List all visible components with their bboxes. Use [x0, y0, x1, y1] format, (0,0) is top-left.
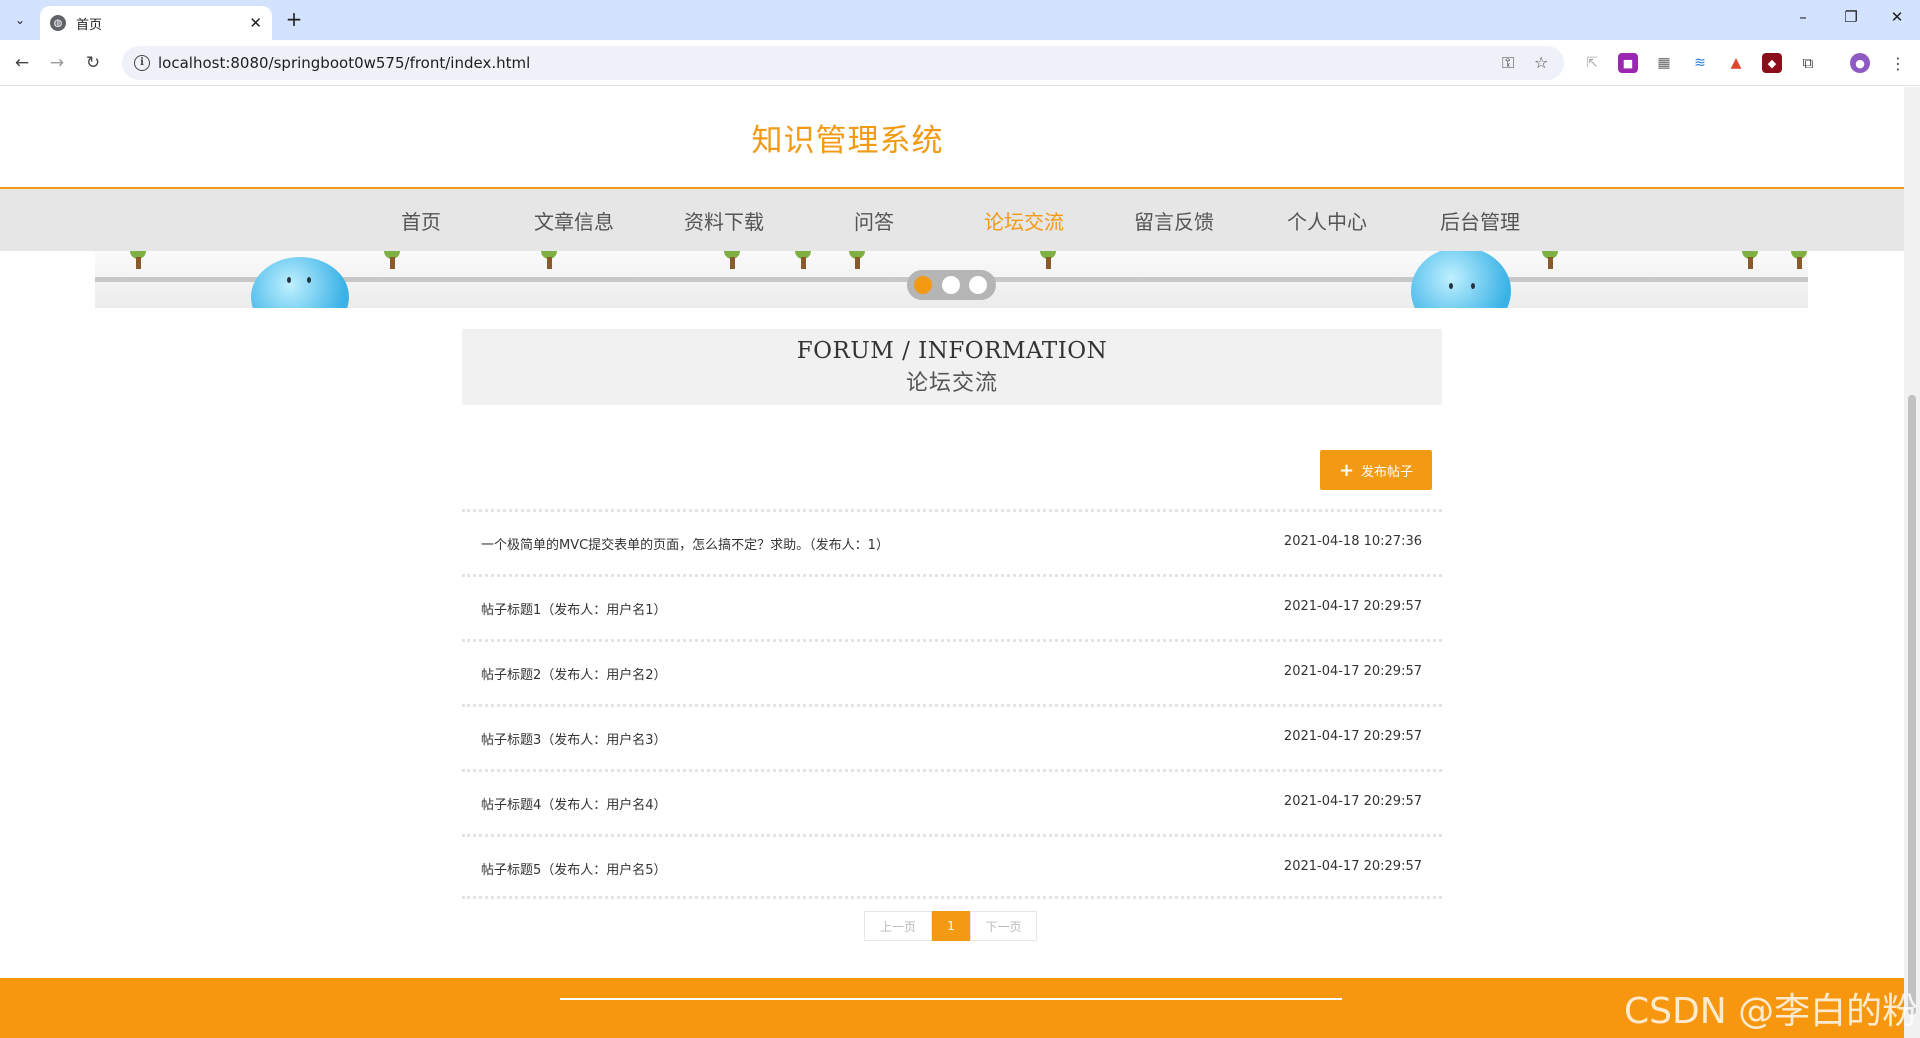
site-info-icon[interactable]: i: [134, 55, 150, 71]
tree-icon: [724, 251, 740, 269]
nav-item-downloads[interactable]: 资料下载: [684, 206, 764, 235]
forum-post-row[interactable]: 帖子标题4（发布人：用户名4） 2021-04-17 20:29:57: [462, 769, 1442, 834]
globe-icon: ◍: [50, 15, 66, 31]
carousel-dot-1[interactable]: [914, 276, 932, 294]
extension-shield-icon[interactable]: ◆: [1762, 53, 1782, 73]
tree-icon: [384, 251, 400, 269]
cartoon-blob-right: [1411, 251, 1511, 308]
extension-red-icon[interactable]: ▲: [1726, 53, 1746, 73]
post-title[interactable]: 帖子标题2（发布人：用户名2）: [481, 664, 667, 683]
carousel-indicators: [907, 270, 996, 300]
password-key-icon[interactable]: ⚿: [1502, 53, 1514, 73]
post-time: 2021-04-17 20:29:57: [1283, 794, 1422, 809]
section-title-en: FORUM / INFORMATION: [796, 338, 1108, 364]
carousel-banner[interactable]: [95, 251, 1808, 308]
publish-post-label: 发布帖子: [1361, 464, 1414, 480]
forum-post-row[interactable]: 一个极简单的MVC提交表单的页面，怎么搞不定？求助。（发布人：1） 2021-0…: [462, 509, 1442, 574]
new-tab-icon[interactable]: +: [282, 8, 306, 32]
bookmark-star-icon[interactable]: ☆: [1534, 53, 1548, 72]
cartoon-blob-left: [251, 257, 349, 308]
tab-title: 首页: [76, 17, 103, 33]
close-tab-icon[interactable]: ✕: [249, 14, 262, 32]
post-time: 2021-04-17 20:29:57: [1283, 664, 1422, 679]
post-title[interactable]: 帖子标题4（发布人：用户名4）: [481, 794, 667, 813]
carousel-dot-3[interactable]: [969, 276, 987, 294]
extension-purple-icon[interactable]: ■: [1618, 53, 1638, 73]
extension-gamepad-icon[interactable]: ▦: [1654, 53, 1674, 73]
nav-item-feedback[interactable]: 留言反馈: [1134, 206, 1214, 235]
scrollbar-thumb[interactable]: [1908, 395, 1916, 1015]
tab-search-icon[interactable]: ⌄: [8, 8, 32, 32]
tree-icon: [795, 251, 811, 269]
browser-tab-bar: ⌄ ◍ 首页 ✕ + – ❐ ✕: [0, 0, 1920, 40]
tree-icon: [541, 251, 557, 269]
site-title: 知识管理系统: [751, 123, 944, 159]
publish-post-button[interactable]: + 发布帖子: [1320, 450, 1432, 490]
extensions-puzzle-icon[interactable]: ⧉: [1798, 53, 1818, 73]
tree-icon: [1040, 251, 1056, 269]
nav-item-profile[interactable]: 个人中心: [1287, 206, 1367, 235]
prev-page-button[interactable]: 上一页: [864, 911, 932, 941]
restore-icon[interactable]: ❐: [1836, 8, 1866, 26]
minimize-icon[interactable]: –: [1788, 8, 1818, 26]
post-time: 2021-04-17 20:29:57: [1283, 859, 1422, 874]
back-icon[interactable]: ←: [11, 52, 33, 74]
forum-post-row[interactable]: 帖子标题3（发布人：用户名3） 2021-04-17 20:29:57: [462, 704, 1442, 769]
forum-post-row[interactable]: 帖子标题5（发布人：用户名5） 2021-04-17 20:29:57: [462, 834, 1442, 899]
browser-tab[interactable]: ◍ 首页 ✕: [40, 6, 272, 40]
plus-icon: +: [1338, 459, 1355, 481]
window-close-icon[interactable]: ✕: [1882, 8, 1912, 26]
main-nav: 首页 文章信息 资料下载 问答 论坛交流 留言反馈 个人中心 后台管理: [0, 187, 1904, 251]
profile-avatar[interactable]: ●: [1850, 53, 1870, 73]
page-scrollbar[interactable]: [1904, 87, 1920, 1038]
browser-menu-icon[interactable]: ⋮: [1888, 53, 1908, 73]
page-viewport: 知识管理系统 首页 文章信息 资料下载 问答 论坛交流 留言反馈 个人中心 后台…: [0, 87, 1904, 1038]
reload-icon[interactable]: ↻: [82, 52, 104, 74]
extension-layers-icon[interactable]: ≋: [1690, 53, 1710, 73]
current-page-button[interactable]: 1: [932, 911, 970, 941]
post-time: 2021-04-17 20:29:57: [1283, 729, 1422, 744]
forward-icon[interactable]: →: [46, 52, 68, 74]
next-page-button[interactable]: 下一页: [970, 911, 1037, 941]
nav-item-admin[interactable]: 后台管理: [1440, 206, 1520, 235]
csdn-watermark: CSDN @李白的粉: [1624, 991, 1919, 1032]
tree-icon: [1791, 251, 1807, 269]
nav-item-qa[interactable]: 问答: [854, 206, 894, 235]
site-footer: [0, 978, 1904, 1038]
tree-icon: [849, 251, 865, 269]
nav-item-articles[interactable]: 文章信息: [534, 206, 614, 235]
section-header: FORUM / INFORMATION 论坛交流: [462, 329, 1442, 405]
post-time: 2021-04-18 10:27:36: [1283, 534, 1422, 549]
post-title[interactable]: 帖子标题3（发布人：用户名3）: [481, 729, 667, 748]
post-title[interactable]: 帖子标题5（发布人：用户名5）: [481, 859, 667, 878]
address-bar[interactable]: i localhost:8080/springboot0w575/front/i…: [122, 46, 1564, 80]
pagination: 上一页 1 下一页: [864, 911, 1037, 941]
tree-icon: [1542, 251, 1558, 269]
carousel-dot-2[interactable]: [942, 276, 960, 294]
tree-icon: [1742, 251, 1758, 269]
post-title[interactable]: 一个极简单的MVC提交表单的页面，怎么搞不定？求助。（发布人：1）: [481, 534, 889, 553]
url-text[interactable]: localhost:8080/springboot0w575/front/ind…: [158, 54, 530, 72]
extension-cursor-icon[interactable]: ⇱: [1582, 53, 1602, 73]
post-title[interactable]: 帖子标题1（发布人：用户名1）: [481, 599, 667, 618]
post-time: 2021-04-17 20:29:57: [1283, 599, 1422, 614]
section-title-cn: 论坛交流: [905, 371, 998, 396]
forum-post-row[interactable]: 帖子标题2（发布人：用户名2） 2021-04-17 20:29:57: [462, 639, 1442, 704]
tree-icon: [130, 251, 146, 269]
forum-post-row[interactable]: 帖子标题1（发布人：用户名1） 2021-04-17 20:29:57: [462, 574, 1442, 639]
footer-divider: [560, 998, 1342, 1000]
forum-list: 一个极简单的MVC提交表单的页面，怎么搞不定？求助。（发布人：1） 2021-0…: [462, 509, 1442, 899]
nav-item-forum[interactable]: 论坛交流: [984, 206, 1064, 235]
nav-item-home[interactable]: 首页: [401, 206, 441, 235]
